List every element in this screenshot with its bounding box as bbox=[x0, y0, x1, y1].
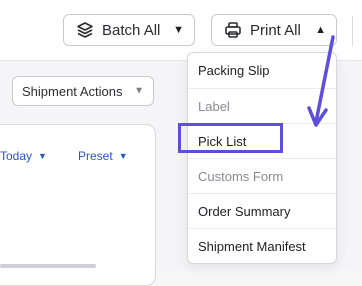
horizontal-scrollbar[interactable] bbox=[0, 264, 96, 268]
shipment-actions-label: Shipment Actions bbox=[22, 83, 123, 99]
menu-item-shipment-manifest[interactable]: Shipment Manifest bbox=[188, 228, 336, 263]
batch-all-button[interactable]: Batch All ▼ bbox=[63, 14, 195, 46]
preset-filter[interactable]: Preset ▼ bbox=[78, 149, 128, 163]
print-all-menu: Packing Slip Label Pick List Customs For… bbox=[187, 52, 337, 264]
print-all-button[interactable]: Print All ▲ bbox=[211, 14, 337, 46]
caret-down-icon: ▼ bbox=[173, 24, 184, 36]
menu-item-label: Label bbox=[188, 88, 336, 123]
caret-up-icon: ▲ bbox=[315, 24, 326, 36]
toolbar-divider bbox=[352, 16, 353, 46]
menu-item-packing-slip[interactable]: Packing Slip bbox=[188, 53, 336, 88]
menu-item-order-summary[interactable]: Order Summary bbox=[188, 193, 336, 228]
printer-icon bbox=[224, 21, 242, 39]
batch-all-label: Batch All bbox=[102, 21, 161, 39]
layers-icon bbox=[76, 21, 94, 39]
caret-down-icon: ▼ bbox=[38, 151, 47, 161]
menu-item-pick-list[interactable]: Pick List bbox=[188, 123, 336, 158]
shipment-actions-dropdown[interactable]: Shipment Actions ▼ bbox=[12, 76, 154, 106]
caret-down-icon: ▼ bbox=[118, 151, 128, 161]
caret-down-icon: ▼ bbox=[134, 85, 144, 97]
today-filter[interactable]: Today ▼ bbox=[0, 149, 47, 163]
preset-filter-label: Preset bbox=[78, 149, 113, 163]
menu-item-customs-form: Customs Form bbox=[188, 158, 336, 193]
today-filter-label: Today bbox=[0, 149, 33, 163]
print-all-label: Print All bbox=[250, 21, 301, 39]
